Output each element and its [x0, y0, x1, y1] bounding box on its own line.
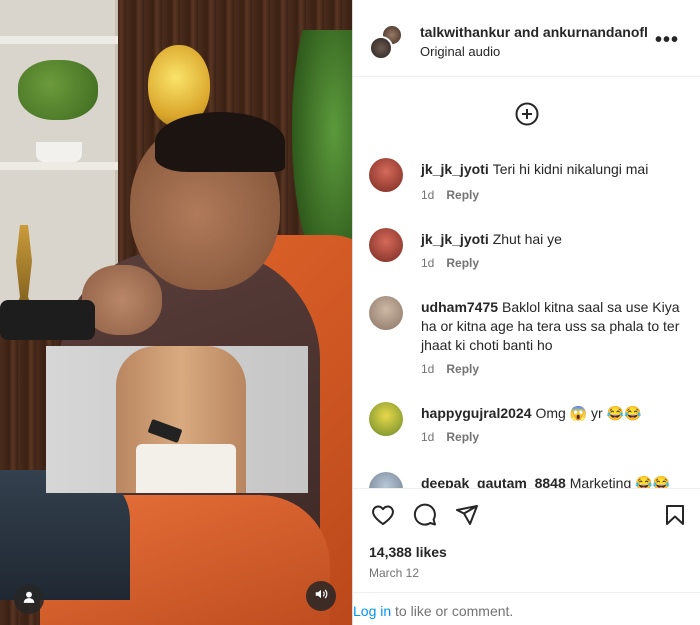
avatar[interactable] [369, 472, 403, 488]
comment-meta: 1d Reply [421, 256, 479, 270]
avatar[interactable] [369, 158, 403, 192]
comment-username[interactable]: deepak_gautam_8848 [421, 475, 566, 488]
comment-meta: 1d Reply [421, 430, 479, 444]
audio-link[interactable]: Original audio [420, 44, 500, 59]
microphone [0, 300, 95, 340]
reel-video[interactable] [0, 0, 352, 625]
avatar[interactable] [369, 228, 403, 262]
share-icon [456, 505, 478, 525]
likes-count[interactable]: 14,388 likes [369, 544, 447, 560]
avatar [369, 36, 393, 60]
comment-button[interactable] [413, 503, 437, 527]
bookmark-icon [666, 505, 684, 525]
comment-time: 1d [421, 256, 435, 270]
comment-body: udham7475 Baklol kitna saal sa use Kiya h… [421, 298, 691, 355]
comment-text: Teri hi kidni nikalungi mai [492, 161, 649, 177]
comment-username[interactable]: happygujral2024 [421, 405, 532, 421]
plus-circle-icon [515, 102, 539, 126]
post-panel: talkwithankur and ankurnandanofl Origina… [352, 0, 700, 625]
comment-text: Omg 😱 yr 😂😂 [535, 405, 642, 421]
comment-meta: 1d Reply [421, 188, 479, 202]
more-options-icon[interactable]: ••• [655, 30, 679, 50]
comment-time: 1d [421, 188, 435, 202]
shelf-board [0, 36, 118, 44]
add-comment-button[interactable] [515, 102, 539, 126]
login-footer: Log in to like or comment. [353, 592, 700, 625]
save-button[interactable] [663, 503, 687, 527]
comment-time: 1d [421, 362, 435, 376]
shelf-board [0, 162, 118, 170]
comment-text: Zhut hai ye [492, 231, 562, 247]
comment-body: jk_jk_jyoti Teri hi kidni nikalungi mai [421, 160, 691, 179]
comment-icon [413, 503, 436, 526]
speaker-icon [314, 587, 328, 606]
person-hair [155, 112, 285, 172]
author-avatars[interactable] [369, 24, 405, 60]
comment-time: 1d [421, 430, 435, 444]
comment-username[interactable]: jk_jk_jyoti [421, 161, 489, 177]
audio-toggle-button[interactable] [306, 581, 336, 611]
user-tag-button[interactable] [14, 584, 44, 614]
user-icon [22, 590, 36, 609]
share-button[interactable] [455, 503, 479, 527]
comment-username[interactable]: jk_jk_jyoti [421, 231, 489, 247]
reply-button[interactable]: Reply [446, 188, 479, 202]
inset-image [46, 346, 308, 493]
post-header: talkwithankur and ankurnandanofl Origina… [353, 0, 700, 77]
login-prompt: Log in to like or comment. [353, 603, 513, 619]
comment-meta: 1d Reply [421, 362, 479, 376]
login-link[interactable]: Log in [353, 603, 391, 619]
post-author[interactable]: talkwithankur and ankurnandanofl [420, 24, 648, 40]
bonsai-plant [18, 60, 98, 120]
comment-text: Marketing 😂😂 [569, 475, 670, 488]
comments-list[interactable]: jk_jk_jyoti Teri hi kidni nikalungi mai 1… [353, 78, 700, 488]
plant-pot [36, 142, 82, 162]
reply-button[interactable]: Reply [446, 256, 479, 270]
comment-body: happygujral2024 Omg 😱 yr 😂😂 [421, 404, 691, 423]
avatar[interactable] [369, 402, 403, 436]
comment-body: deepak_gautam_8848 Marketing 😂😂 [421, 474, 691, 488]
inset-towel [136, 444, 236, 493]
reply-button[interactable]: Reply [446, 362, 479, 376]
like-button[interactable] [371, 503, 395, 527]
action-bar [353, 488, 700, 538]
heart-icon [372, 505, 394, 525]
comment-body: jk_jk_jyoti Zhut hai ye [421, 230, 691, 249]
post-date[interactable]: March 12 [369, 566, 419, 580]
avatar[interactable] [369, 296, 403, 330]
login-prompt-text: to like or comment. [391, 603, 514, 619]
comment-username[interactable]: udham7475 [421, 299, 498, 315]
reply-button[interactable]: Reply [446, 430, 479, 444]
